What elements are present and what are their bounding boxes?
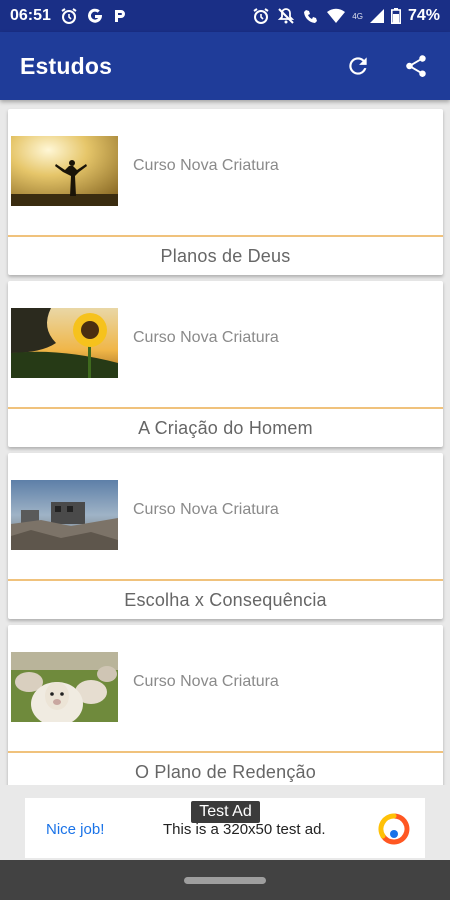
divider [8, 579, 443, 581]
study-card[interactable]: Curso Nova Criatura A Criação do Homem [8, 281, 443, 447]
study-card[interactable]: Curso Nova Criatura Planos de Deus [8, 109, 443, 275]
payment-icon [112, 8, 128, 24]
course-name: Curso Nova Criatura [133, 329, 279, 346]
refresh-icon [349, 57, 367, 75]
divider [8, 751, 443, 753]
ruins-image [11, 480, 118, 550]
status-left: 06:51 [0, 7, 128, 25]
share-icon [406, 55, 426, 77]
google-icon [87, 8, 103, 24]
alarm-icon [60, 7, 78, 25]
status-time: 06:51 [10, 7, 51, 24]
app-bar: Estudos [0, 32, 450, 100]
card-header: Curso Nova Criatura [8, 453, 443, 579]
ad-text: This is a 320x50 test ad. [163, 821, 326, 838]
study-title: O Plano de Redenção [135, 762, 316, 782]
card-header: Curso Nova Criatura [8, 109, 443, 235]
studies-list: Curso Nova Criatura Planos de Deus Curso… [0, 100, 450, 785]
home-gesture-handle[interactable] [184, 877, 266, 884]
ad-choices-icon[interactable] [377, 812, 411, 851]
course-name: Curso Nova Criatura [133, 501, 279, 518]
study-title: Escolha x Consequência [124, 590, 327, 610]
alarm-icon [252, 7, 270, 25]
network-type: 4G [352, 11, 363, 21]
sunflower-image [11, 308, 118, 378]
sheep-image [11, 652, 118, 722]
person-sunset-image [11, 136, 118, 206]
card-header: Curso Nova Criatura [8, 625, 443, 751]
study-card[interactable]: Curso Nova Criatura O Plano de Redenção [8, 625, 443, 785]
app-actions [340, 48, 450, 84]
signal-icon [369, 9, 384, 23]
study-title: A Criação do Homem [138, 418, 313, 438]
test-ad-label: Test Ad [191, 801, 260, 823]
share-button[interactable] [398, 48, 434, 84]
page-title: Estudos [20, 52, 113, 79]
divider [8, 235, 443, 237]
course-name: Curso Nova Criatura [133, 673, 279, 690]
course-name: Curso Nova Criatura [133, 157, 279, 174]
battery-percent: 74% [407, 7, 440, 24]
study-card[interactable]: Curso Nova Criatura Escolha x Consequênc… [8, 453, 443, 619]
refresh-button[interactable] [340, 48, 376, 84]
status-bar: 06:51 4G 74% [0, 0, 450, 32]
phone-volte-icon [302, 7, 320, 25]
ad-cta[interactable]: Nice job! [46, 821, 104, 838]
study-title: Planos de Deus [160, 246, 291, 266]
card-header: Curso Nova Criatura [8, 281, 443, 407]
navigation-bar [0, 860, 450, 900]
notifications-off-icon [277, 7, 295, 25]
wifi-icon [327, 8, 346, 24]
battery-icon [390, 8, 401, 24]
divider [8, 407, 443, 409]
status-right: 4G 74% [252, 7, 450, 25]
